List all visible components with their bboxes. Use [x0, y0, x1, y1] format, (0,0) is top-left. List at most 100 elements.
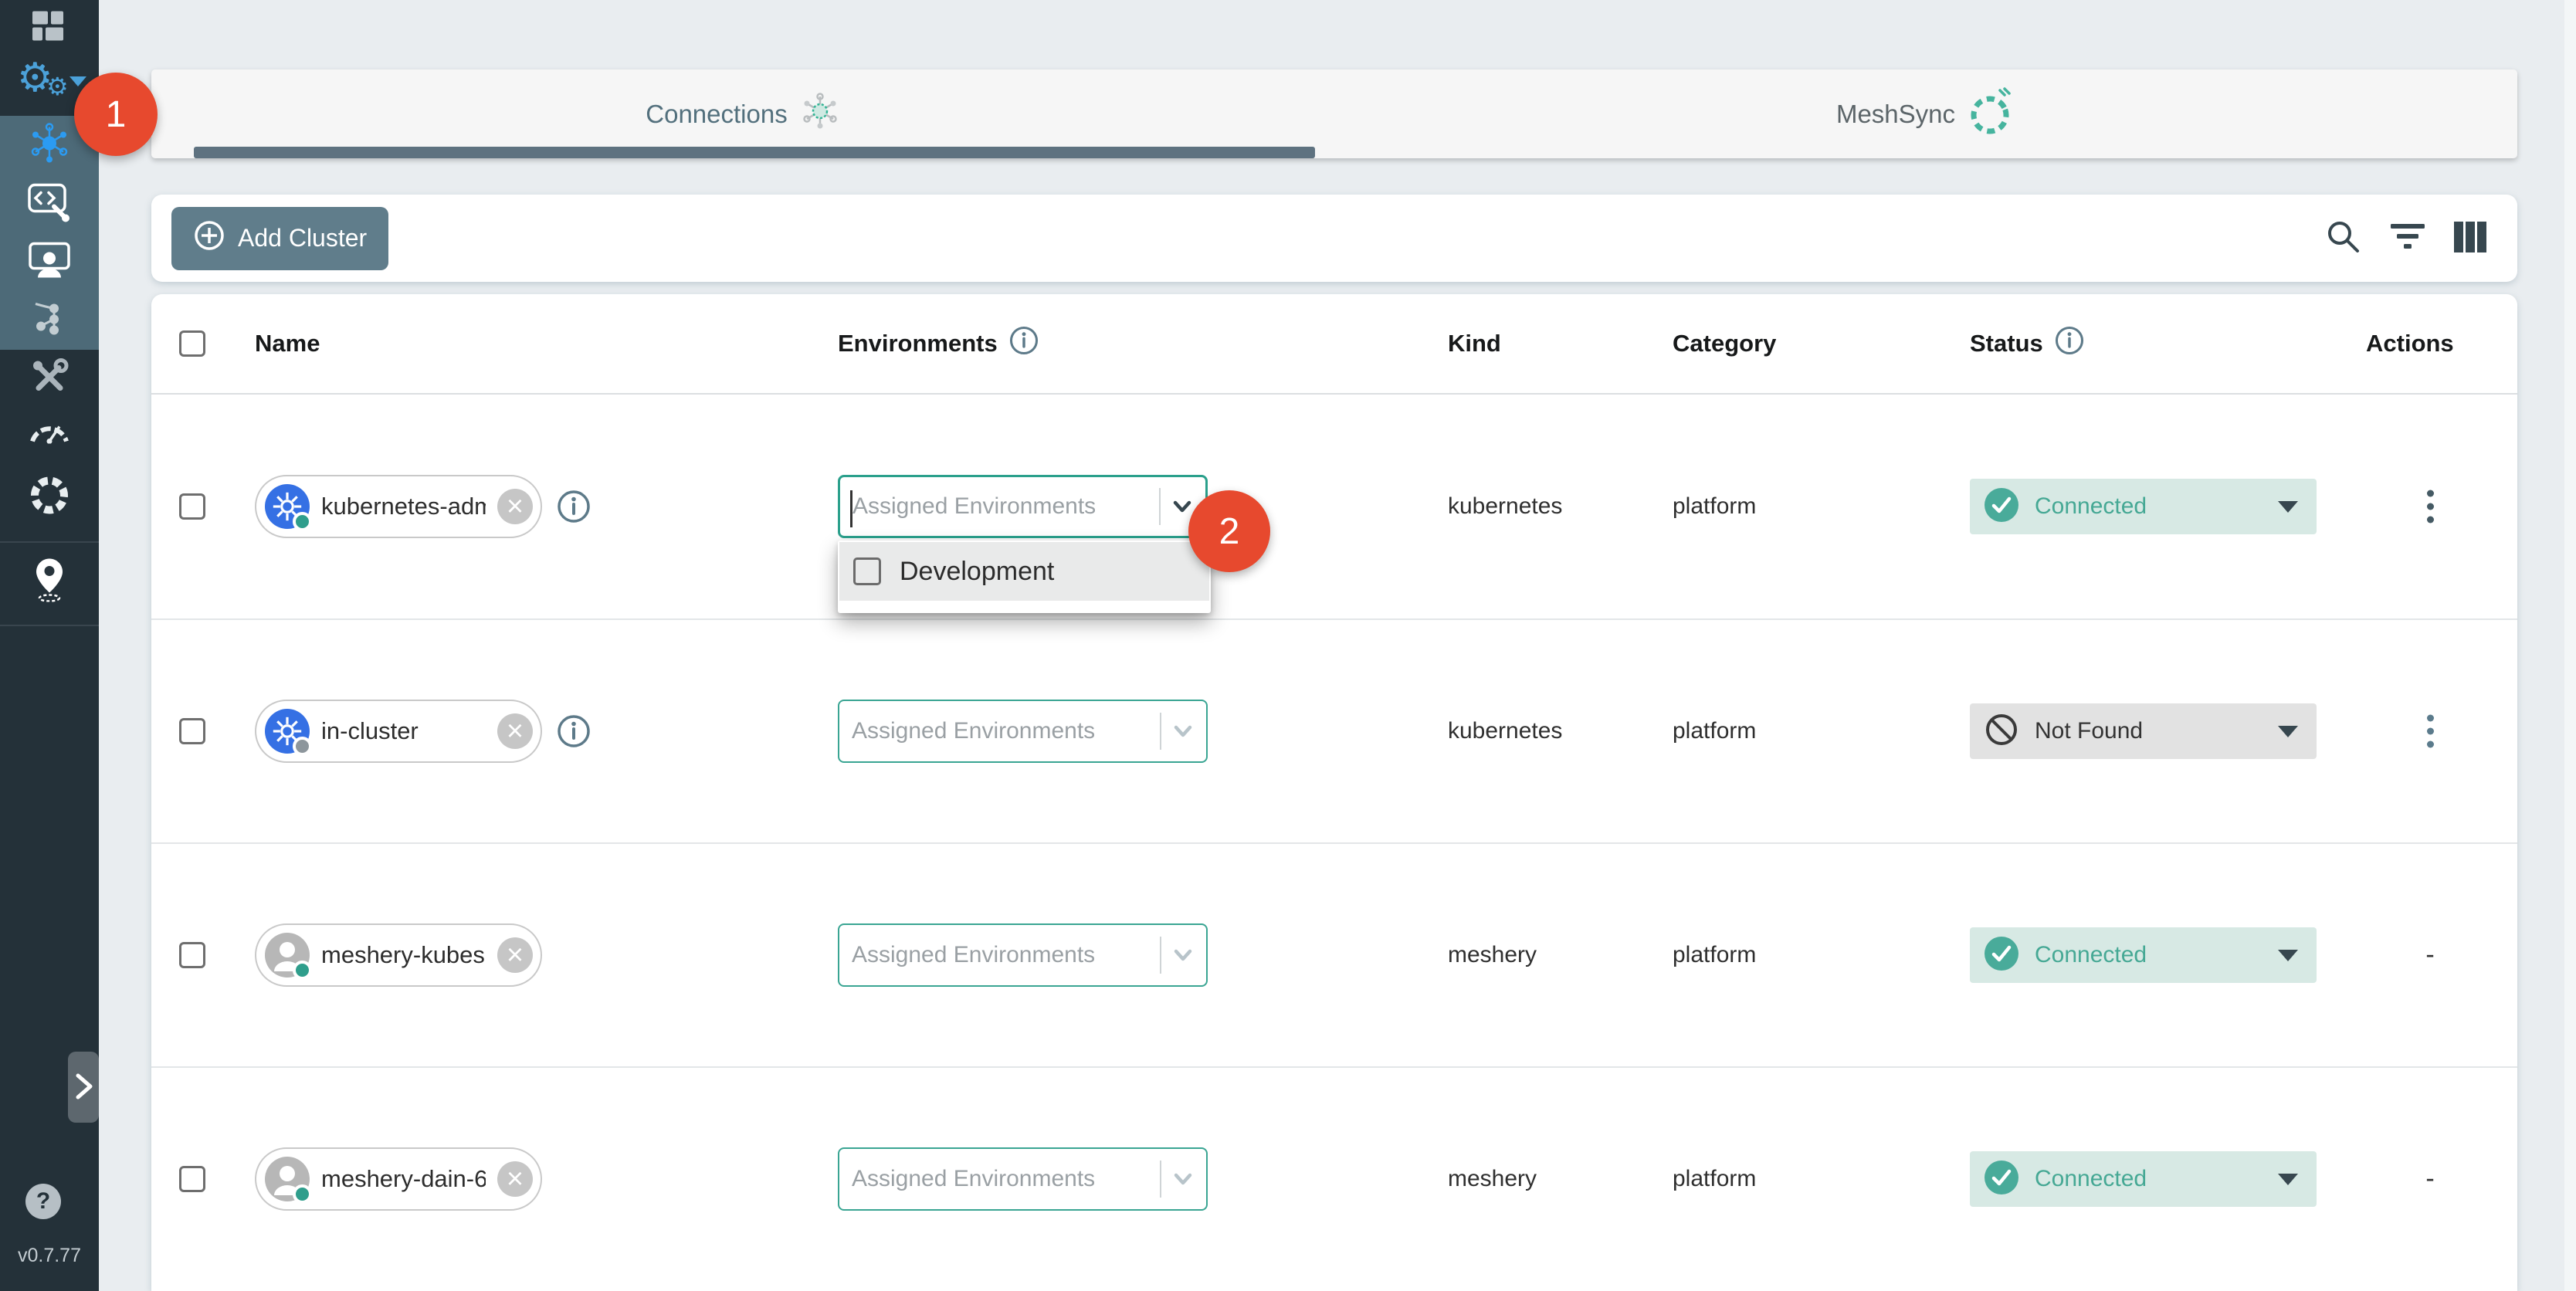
row-checkbox[interactable] — [179, 718, 205, 744]
chevron-down-icon[interactable] — [1171, 944, 1195, 967]
info-icon[interactable] — [556, 713, 591, 749]
check-circle-icon — [1984, 487, 2019, 527]
environments-dropdown-menu: Development — [838, 540, 1211, 613]
option-label: Development — [900, 557, 1054, 587]
select-all-checkbox[interactable] — [179, 330, 205, 357]
status-header-label: Status — [1970, 330, 2043, 357]
add-cluster-button[interactable]: Add Cluster — [171, 207, 388, 270]
row-checkbox[interactable] — [179, 1166, 205, 1192]
status-dropdown[interactable]: Connected — [1970, 479, 2317, 534]
sidebar-item-dashboard[interactable] — [32, 12, 66, 45]
sidebar-item-toolkit[interactable] — [29, 357, 69, 400]
environments-select[interactable] — [838, 1147, 1208, 1211]
chip-delete-icon[interactable]: × — [497, 1161, 533, 1197]
connection-name-label: kubernetes-admin... — [321, 493, 486, 520]
add-cluster-label: Add Cluster — [238, 224, 367, 252]
status-label: Connected — [2035, 493, 2147, 520]
sidebar-item-environments[interactable] — [32, 557, 67, 605]
lifecycle-gears-icon: ⚙⚙ — [12, 58, 86, 107]
sidebar-item-configuration[interactable] — [28, 184, 71, 225]
sidebar-item-pipeline[interactable] — [31, 301, 68, 342]
row-actions-menu-icon[interactable] — [2407, 714, 2453, 749]
tab-meshsync-label: MeshSync — [1836, 100, 1955, 129]
sidebar-expand-button[interactable] — [68, 1052, 99, 1123]
environments-input[interactable] — [840, 493, 1159, 520]
info-icon[interactable] — [2054, 325, 2085, 362]
info-icon[interactable] — [556, 489, 591, 524]
column-header-category: Category — [1673, 330, 1776, 357]
tab-meshsync[interactable]: MeshSync — [1334, 69, 2517, 158]
chip-delete-icon[interactable]: × — [497, 713, 533, 749]
select-divider — [1160, 937, 1161, 974]
environment-option-development[interactable]: Development — [839, 542, 1209, 601]
performance-screen-icon — [28, 242, 71, 283]
status-dropdown[interactable]: Connected — [1970, 1151, 2317, 1207]
connections-toolbar: Add Cluster — [151, 195, 2517, 282]
connection-name-chip[interactable]: meshery-kubescop... × — [255, 923, 542, 987]
select-divider — [1159, 488, 1161, 525]
category-cell: platform — [1673, 942, 1756, 968]
column-header-actions: Actions — [2366, 330, 2454, 357]
table-tools — [2324, 218, 2488, 259]
environments-select[interactable] — [838, 700, 1208, 763]
sidebar-item-performance-dashboard[interactable] — [29, 416, 70, 446]
chip-delete-icon[interactable]: × — [497, 489, 533, 524]
caret-down-icon — [2278, 726, 2298, 737]
filter-button[interactable] — [2389, 224, 2426, 252]
kind-cell: meshery — [1448, 942, 1537, 968]
search-button[interactable] — [2324, 218, 2363, 259]
info-icon[interactable] — [1008, 325, 1039, 362]
table-row: kubernetes-admin... × kubernetes platfor… — [151, 395, 2517, 618]
status-dropdown[interactable]: Not Found — [1970, 703, 2317, 759]
sidebar-item-connections[interactable] — [29, 123, 70, 167]
kubernetes-icon — [265, 484, 310, 529]
chevron-down-icon[interactable] — [1171, 720, 1195, 743]
connections-tab-mesh-icon — [800, 91, 840, 137]
actions-empty: - — [2407, 1164, 2453, 1194]
connection-name-label: in-cluster — [321, 717, 486, 745]
environments-select[interactable] — [838, 475, 1208, 538]
connection-name-chip[interactable]: kubernetes-admin... × — [255, 475, 542, 538]
environments-select[interactable] — [838, 923, 1208, 987]
caret-down-icon — [2278, 950, 2298, 961]
text-cursor — [850, 490, 852, 527]
sidebar-divider — [0, 625, 99, 626]
row-checkbox[interactable] — [179, 942, 205, 968]
view-columns-icon — [2452, 219, 2488, 257]
chip-delete-icon[interactable]: × — [497, 937, 533, 973]
check-circle-icon — [1984, 1160, 2019, 1199]
scrollbar[interactable] — [2564, 0, 2576, 1291]
table-row: meshery-dain-6 × meshery platform Connec… — [151, 1066, 2517, 1290]
connections-mesh-icon — [29, 123, 70, 167]
status-label: Connected — [2035, 942, 2147, 968]
row-checkbox[interactable] — [179, 493, 205, 520]
category-cell: platform — [1673, 493, 1756, 520]
pipeline-nodes-icon — [31, 301, 68, 342]
environments-input[interactable] — [839, 1166, 1160, 1192]
onboarding-step-badge-2[interactable]: 2 — [1188, 490, 1270, 572]
sidebar-item-lifecycle[interactable]: ⚙⚙ — [12, 58, 86, 107]
sidebar-item-performance[interactable] — [28, 242, 71, 283]
chevron-down-icon[interactable] — [1171, 1167, 1195, 1191]
select-divider — [1160, 1161, 1161, 1198]
location-pin-icon — [32, 557, 67, 605]
environments-input[interactable] — [839, 942, 1160, 968]
connection-status-dot — [293, 512, 312, 531]
option-checkbox[interactable] — [853, 557, 881, 585]
filter-icon — [2389, 224, 2426, 252]
chevron-down-icon — [69, 76, 86, 86]
environments-header-label: Environments — [838, 330, 998, 357]
environments-input[interactable] — [839, 718, 1160, 744]
connection-name-chip[interactable]: in-cluster × — [255, 700, 542, 763]
sidebar-item-extensions[interactable] — [28, 474, 71, 520]
status-dropdown[interactable]: Connected — [1970, 927, 2317, 983]
caret-down-icon — [2278, 1174, 2298, 1185]
speedometer-icon — [29, 416, 70, 446]
onboarding-step-badge-1[interactable]: 1 — [74, 73, 158, 156]
help-button[interactable]: ? — [25, 1184, 61, 1219]
view-columns-button[interactable] — [2452, 219, 2488, 257]
connection-name-chip[interactable]: meshery-dain-6 × — [255, 1147, 542, 1211]
avatar-icon — [265, 1157, 310, 1201]
tab-connections[interactable]: Connections — [151, 69, 1334, 158]
row-actions-menu-icon[interactable] — [2407, 490, 2453, 524]
